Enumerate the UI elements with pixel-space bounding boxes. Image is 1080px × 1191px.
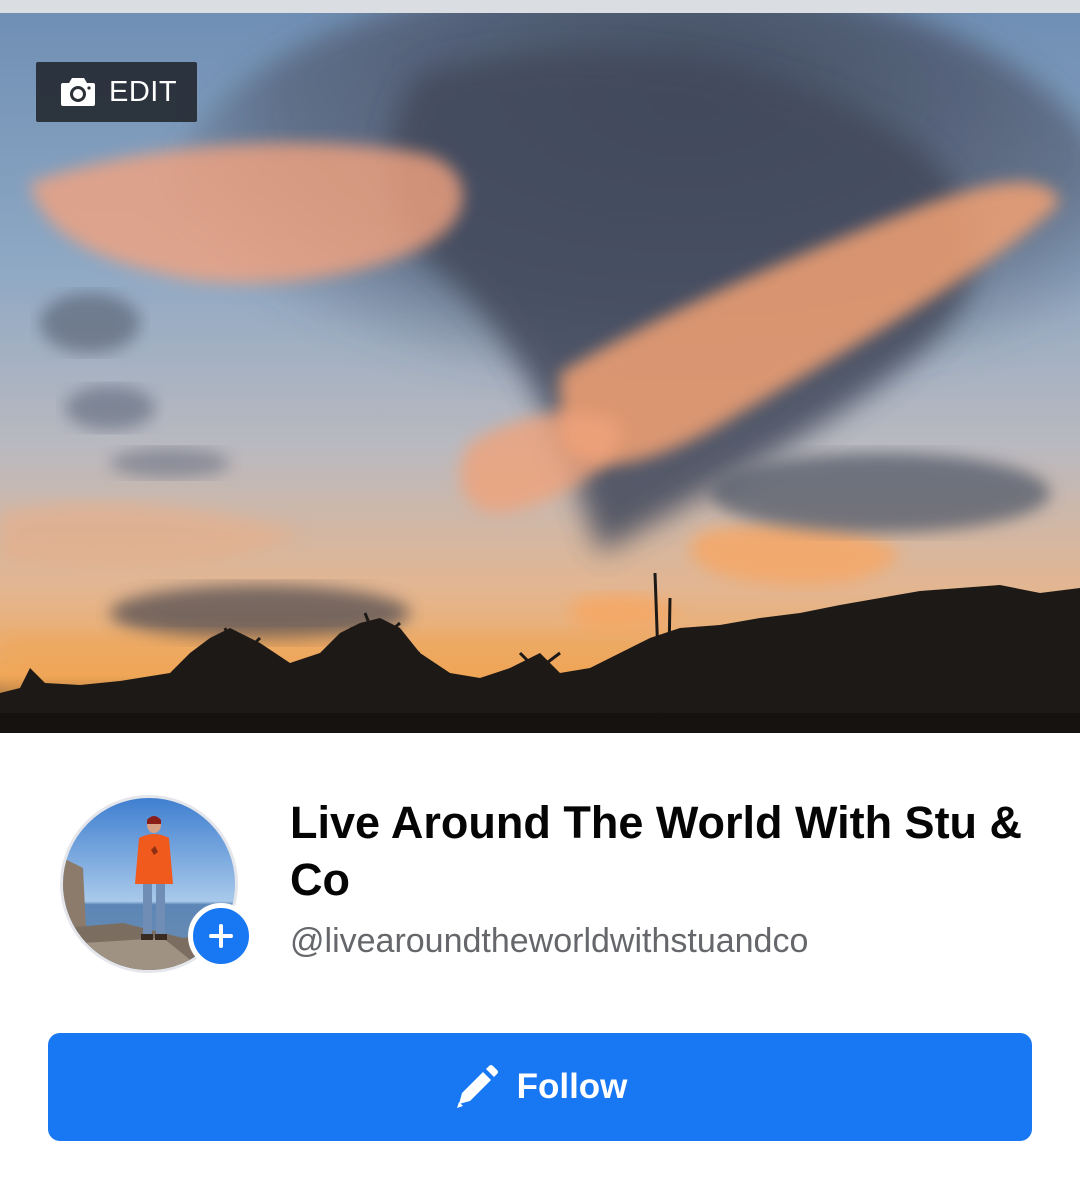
camera-icon — [61, 78, 95, 106]
cover-photo[interactable]: EDIT — [0, 13, 1080, 733]
follow-button[interactable]: Follow — [48, 1033, 1032, 1141]
page-username: @livearoundtheworldwithstuandco — [290, 922, 809, 960]
follow-button-label: Follow — [516, 1067, 628, 1106]
edit-cover-button[interactable]: EDIT — [36, 62, 197, 122]
plus-icon — [209, 924, 233, 948]
add-profile-photo-button[interactable] — [188, 903, 254, 969]
page-title: Live Around The World With Stu & Co — [290, 797, 1023, 905]
pencil-icon — [456, 1065, 498, 1108]
profile-picture-container — [60, 795, 254, 973]
top-status-strip — [0, 0, 1080, 13]
edit-cover-label: EDIT — [109, 75, 178, 108]
